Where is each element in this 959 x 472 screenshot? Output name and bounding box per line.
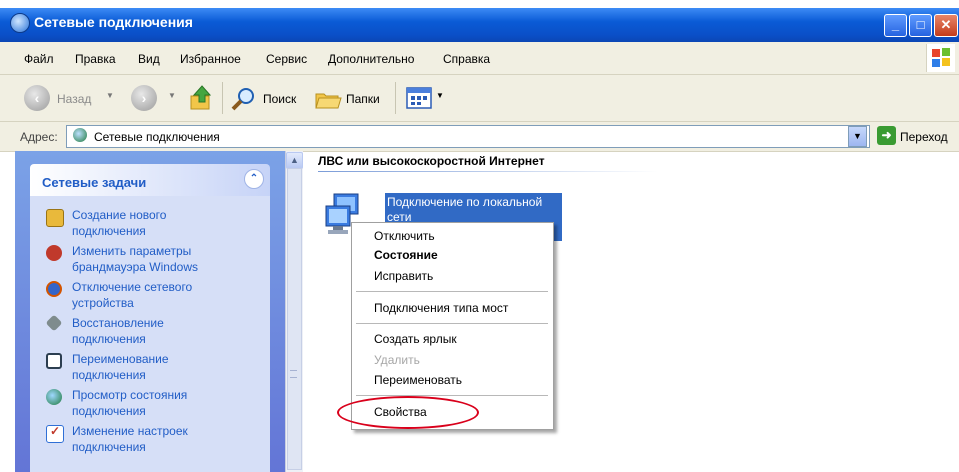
task-label-line1: Изменить параметры	[72, 244, 192, 258]
back-dropdown-icon[interactable]: ▼	[106, 91, 114, 100]
forward-arrow-icon[interactable]: ›	[131, 85, 157, 111]
search-button-label[interactable]: Поиск	[263, 92, 296, 106]
rename-icon	[46, 353, 62, 369]
group-title: ЛВС или высокоскоростной Интернет	[318, 154, 545, 168]
collapse-icon[interactable]: ⌃	[244, 169, 264, 189]
menu-item-bridge[interactable]: Подключения типа мост	[374, 301, 508, 315]
up-folder-icon[interactable]	[188, 84, 214, 112]
menu-item-status[interactable]: Состояние	[374, 248, 438, 262]
scrollbar-grip	[290, 370, 297, 378]
network-disable-icon	[46, 281, 62, 297]
task-label-line2: устройства	[72, 296, 134, 310]
views-icon[interactable]	[405, 86, 433, 110]
scrollbar-thumb[interactable]	[287, 168, 302, 470]
highlight-oval	[337, 396, 479, 429]
menu-item-delete: Удалить	[374, 353, 420, 367]
windows-logo-icon	[926, 44, 955, 72]
search-icon[interactable]	[230, 86, 258, 112]
menu-item-create-shortcut[interactable]: Создать ярлык	[374, 332, 457, 346]
menu-item-disable[interactable]: Отключить	[374, 229, 435, 243]
menu-file[interactable]: Файл	[24, 52, 54, 66]
task-panel-title[interactable]: Сетевые задачи	[42, 175, 146, 190]
group-divider	[318, 171, 658, 172]
folders-icon[interactable]	[314, 86, 342, 112]
network-connections-icon	[73, 128, 87, 142]
task-label-line1: Переименование	[72, 352, 169, 366]
menu-edit[interactable]: Правка	[75, 52, 116, 66]
task-label-line1: Отключение сетевого	[72, 280, 193, 294]
task-label-line2: подключения	[72, 440, 146, 454]
task-label-line2: подключения	[72, 404, 146, 418]
go-arrow-icon[interactable]: ➜	[877, 126, 896, 145]
back-button-label[interactable]: Назад	[57, 92, 91, 106]
menu-view[interactable]: Вид	[138, 52, 160, 66]
network-connections-icon	[10, 13, 30, 33]
chevron-down-icon[interactable]: ▼	[848, 126, 867, 147]
maximize-button[interactable]: □	[909, 14, 932, 37]
settings-icon: ✓	[46, 424, 64, 443]
window-title: Сетевые подключения	[34, 14, 193, 30]
task-label-line2: подключения	[72, 368, 146, 382]
menu-item-rename[interactable]: Переименовать	[374, 373, 462, 387]
task-label-line1: Просмотр состояния	[72, 388, 188, 402]
task-label-line1: Восстановление	[72, 316, 164, 330]
task-label-line1: Создание нового	[72, 208, 167, 222]
folders-button-label[interactable]: Папки	[346, 92, 380, 106]
task-label-line1: Изменение настроек	[72, 424, 188, 438]
toolbar-separator	[222, 82, 223, 114]
new-connection-icon	[46, 209, 64, 227]
menu-separator	[356, 323, 548, 324]
forward-dropdown-icon[interactable]: ▼	[168, 91, 176, 100]
close-button[interactable]: ✕	[934, 14, 958, 37]
menu-tools[interactable]: Сервис	[266, 52, 307, 66]
toolbar-separator	[395, 82, 396, 114]
task-label-line2: подключения	[72, 332, 146, 346]
address-value[interactable]: Сетевые подключения	[94, 130, 220, 144]
task-label-line2: брандмауэра Windows	[72, 260, 198, 274]
go-button-label[interactable]: Переход	[900, 130, 948, 144]
views-dropdown-icon[interactable]: ▼	[436, 91, 444, 100]
address-label: Адрес:	[20, 130, 58, 144]
menu-item-repair[interactable]: Исправить	[374, 269, 433, 283]
firewall-icon	[46, 245, 62, 261]
scroll-up-icon[interactable]: ▲	[286, 152, 303, 169]
minimize-button[interactable]: _	[884, 14, 907, 37]
status-icon	[46, 389, 62, 405]
back-arrow-icon[interactable]: ‹	[24, 85, 50, 111]
menu-separator	[356, 291, 548, 292]
task-label-line2: подключения	[72, 224, 146, 238]
menu-advanced[interactable]: Дополнительно	[328, 52, 414, 66]
menu-help[interactable]: Справка	[443, 52, 490, 66]
menu-favorites[interactable]: Избранное	[180, 52, 241, 66]
